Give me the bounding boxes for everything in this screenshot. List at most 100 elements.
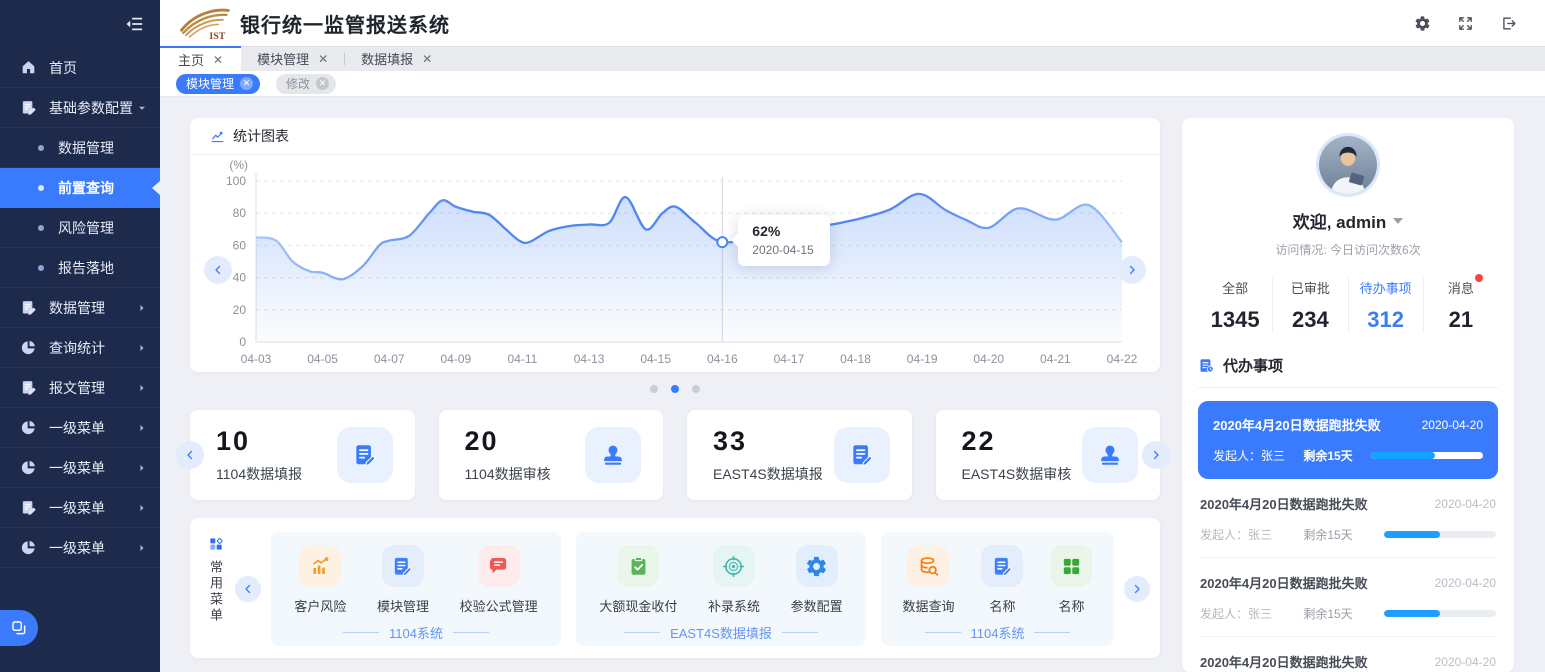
menu-item-cash-payment[interactable]: 大额现金收付 [599,545,677,615]
menu-item-label: 补录系统 [708,596,760,615]
sidebar-subitem-report-landing[interactable]: 报告落地 [0,248,160,288]
menu-item-label: 大额现金收付 [599,596,677,615]
sidebar-item-level1-menu-3[interactable]: 一级菜单 [0,488,160,528]
sidebar-collapse-icon[interactable] [124,14,144,34]
tab-data-fill[interactable]: 数据填报 ✕ [345,46,448,71]
sidebar-item-message-mgmt[interactable]: 报文管理 [0,368,160,408]
db-search-icon [907,545,949,587]
stat-card-east4s-review[interactable]: 22 EAST4S数据审核 [936,410,1161,500]
todo-item-active[interactable]: 2020年4月20日数据跑批失败 2020-04-20 发起人：张三 剩余15天 [1198,401,1498,479]
todo-item[interactable]: 2020年4月20日数据跑批失败 2020-04-20 发起人：张三 剩余15天 [1198,558,1498,637]
svg-text:04-16: 04-16 [707,352,738,366]
svg-text:40: 40 [233,271,247,285]
stat-card-1104-fill[interactable]: 10 1104数据填报 [190,410,415,500]
sidebar-header [0,0,160,48]
chip-edit[interactable]: 修改 ✕ [276,74,336,94]
todo-title: 2020年4月20日数据跑批失败 [1200,652,1368,671]
sidebar-subitem-pre-query[interactable]: 前置查询 [0,168,160,208]
stat-all[interactable]: 全部 1345 [1198,278,1272,333]
sidebar-item-query-stats[interactable]: 查询统计 [0,328,160,368]
stat-pending[interactable]: 待办事项 312 [1348,278,1423,333]
clipboard-check-icon [617,545,659,587]
chip-module-mgmt[interactable]: 模块管理 ✕ [176,74,260,94]
tab-module-mgmt[interactable]: 模块管理 ✕ [241,46,344,71]
stat-card-row: 10 1104数据填报 20 1104数据审核 33 EAST4S数据填报 22… [190,410,1160,500]
svg-text:04-05: 04-05 [307,352,338,366]
chart-next-button[interactable] [1118,256,1146,284]
layout-switch-button[interactable] [0,610,38,646]
quick-menu-next-button[interactable] [1124,576,1150,602]
chevron-left-icon [212,264,224,276]
sidebar-item-level1-menu-4[interactable]: 一级菜单 [0,528,160,568]
stat-value: 22 [962,426,1072,457]
tab-home[interactable]: 主页 ✕ [160,46,241,71]
chip-close-icon[interactable]: ✕ [240,77,253,90]
chip-close-icon[interactable]: ✕ [316,77,329,90]
app-title: 银行统一监管报送系统 [240,9,450,38]
chip-label: 修改 [286,75,310,92]
stat-approved[interactable]: 已审批 234 [1272,278,1347,333]
sidebar-item-base-config[interactable]: 基础参数配置 [0,88,160,128]
doc-config-icon [20,99,37,116]
dot[interactable] [692,385,700,393]
svg-text:60: 60 [233,238,247,252]
close-icon[interactable]: ✕ [422,52,432,66]
menu-item-supplement-system[interactable]: 补录系统 [708,545,760,615]
main-content: 统计图表 020406080100(%)04-0304-0504-0704-09… [160,97,1545,672]
menu-item-formula-check[interactable]: 校验公式管理 [460,545,538,615]
todo-section-header: 代办事项 [1198,355,1498,388]
sidebar-item-level1-menu-1[interactable]: 一级菜单 [0,408,160,448]
stat-value: 20 [465,426,551,457]
sidebar-item-label: 一级菜单 [49,538,105,558]
menu-item-data-query[interactable]: 数据查询 [902,545,954,615]
dot[interactable] [650,385,658,393]
chevron-right-icon [1131,583,1143,595]
menu-group-1104-2: 数据查询 名称 名称 1104系统 [881,532,1114,646]
quick-menu-prev-button[interactable] [235,576,261,602]
sidebar-item-data-mgmt[interactable]: 数据管理 [0,288,160,328]
menu-item-module-mgmt[interactable]: 模块管理 [377,545,429,615]
logout-icon[interactable] [1500,15,1517,32]
chart-prev-button[interactable] [204,256,232,284]
bullet-icon [38,225,44,231]
svg-text:0: 0 [239,335,246,349]
chart-card-title: 统计图表 [233,126,289,146]
line-chart[interactable]: 020406080100(%)04-0304-0504-0704-0904-11… [198,159,1148,372]
close-icon[interactable]: ✕ [213,53,223,67]
caret-down-icon[interactable] [1393,218,1403,229]
sidebar-item-level1-menu-2[interactable]: 一级菜单 [0,448,160,488]
menu-item-param-config[interactable]: 参数配置 [791,545,843,615]
stat-row-next-button[interactable] [1142,441,1170,469]
svg-text:04-13: 04-13 [574,352,605,366]
menu-item-name-1[interactable]: 名称 [981,545,1023,615]
menu-item-label: 数据查询 [902,596,954,615]
chart-up-icon [299,545,341,587]
menu-item-label: 客户风险 [294,596,346,615]
todo-item[interactable]: 2020年4月20日数据跑批失败 2020-04-20 发起人：张三 剩余4天 [1198,637,1498,672]
todo-item[interactable]: 2020年4月20日数据跑批失败 2020-04-20 发起人：张三 剩余15天 [1198,479,1498,558]
todo-date: 2020-04-20 [1435,655,1496,669]
avatar[interactable] [1316,133,1380,197]
stat-messages[interactable]: 消息 21 [1423,278,1498,333]
svg-text:80: 80 [233,206,247,220]
menu-item-name-2[interactable]: 名称 [1050,545,1092,615]
todo-initiator: 发起人：张三 [1200,605,1272,622]
menu-item-customer-risk[interactable]: 客户风险 [294,545,346,615]
sidebar-subitem-risk-mgmt[interactable]: 风险管理 [0,208,160,248]
fullscreen-icon[interactable] [1457,15,1474,32]
settings-icon[interactable] [1414,15,1431,32]
sidebar-item-home[interactable]: 首页 [0,48,160,88]
sidebar-subitem-data-mgmt[interactable]: 数据管理 [0,128,160,168]
stat-card-1104-review[interactable]: 20 1104数据审核 [439,410,664,500]
menu-grid-icon [208,536,224,552]
dot-active[interactable] [671,385,679,393]
todo-remaining: 剩余15天 [1303,447,1352,464]
pie-icon [20,539,37,556]
stat-card-east4s-fill[interactable]: 33 EAST4S数据填报 [687,410,912,500]
todo-title: 2020年4月20日数据跑批失败 [1213,415,1381,434]
close-icon[interactable]: ✕ [318,52,328,66]
stat-row-prev-button[interactable] [176,441,204,469]
quick-menu-label: 常用菜单 [206,532,225,646]
caret-right-icon [136,302,148,314]
topbar: IST 银行统一监管报送系统 [160,0,1545,46]
